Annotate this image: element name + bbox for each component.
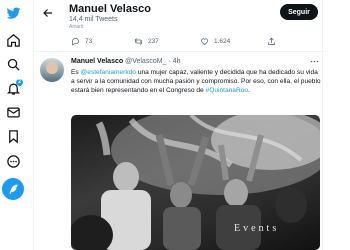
retweet-button[interactable]: 237 <box>134 37 159 46</box>
previous-tweet-actions: 73 237 1.624 <box>34 32 324 52</box>
share-button[interactable] <box>267 37 281 46</box>
tweet-separator: · <box>168 58 171 65</box>
notifications-icon[interactable]: 2 <box>2 77 24 99</box>
avatar[interactable] <box>40 58 64 82</box>
main-column: Manuel Velasco 14,4 mil Tweets Amarti Se… <box>33 0 324 250</box>
tweet-photo[interactable]: Events <box>71 115 320 250</box>
explore-icon[interactable] <box>2 53 24 75</box>
messages-icon[interactable] <box>2 101 24 123</box>
like-count: 1.624 <box>214 38 231 45</box>
retweet-count: 237 <box>148 38 159 45</box>
like-button[interactable]: 1.624 <box>200 37 230 46</box>
left-nav: 2 <box>0 0 27 250</box>
more-dots-icon[interactable] <box>310 59 319 64</box>
home-icon[interactable] <box>2 29 24 51</box>
tweet-handle[interactable]: @VelascoM_ <box>125 58 166 65</box>
photo-scene <box>71 115 320 250</box>
tweet-text-end: . <box>248 86 250 94</box>
tweet-header: Manuel Velasco @VelascoM_ · 4h <box>71 58 181 65</box>
compose-tweet-button[interactable] <box>2 178 24 200</box>
profile-header: Manuel Velasco 14,4 mil Tweets Amarti Se… <box>34 0 324 32</box>
photo-watermark: Events <box>234 223 280 234</box>
mention-link[interactable]: @estefaniamerkdo <box>81 69 136 76</box>
retweet-icon <box>134 38 143 45</box>
profile-name: Manuel Velasco <box>69 3 151 15</box>
reply-icon <box>72 38 79 46</box>
share-icon <box>268 37 275 45</box>
tweet-text: Es @estefaniamerkdo una mujer capaz, val… <box>71 69 321 96</box>
tweet[interactable]: Manuel Velasco @VelascoM_ · 4h Es @estef… <box>34 53 324 250</box>
twitter-logo-icon[interactable] <box>2 2 24 24</box>
previous-tweet-handle: Amarti <box>69 24 84 30</box>
notification-badge: 2 <box>16 79 23 86</box>
tweet-time[interactable]: 4h <box>173 58 181 65</box>
tweet-author[interactable]: Manuel Velasco <box>71 58 123 65</box>
back-button[interactable] <box>40 5 56 21</box>
tweet-text-start: Es <box>71 69 81 76</box>
arrow-left-icon <box>43 9 52 17</box>
hashtag-link[interactable]: #QuintanaRoo <box>206 87 249 94</box>
reply-count: 73 <box>85 38 93 45</box>
heart-icon <box>201 38 208 45</box>
follow-button[interactable]: Seguir <box>280 4 318 20</box>
tweet-count: 14,4 mil Tweets <box>69 16 118 23</box>
feather-icon <box>9 184 18 194</box>
more-options-icon[interactable] <box>2 150 24 172</box>
reply-button[interactable]: 73 <box>71 37 92 46</box>
bookmarks-icon[interactable] <box>2 125 24 147</box>
